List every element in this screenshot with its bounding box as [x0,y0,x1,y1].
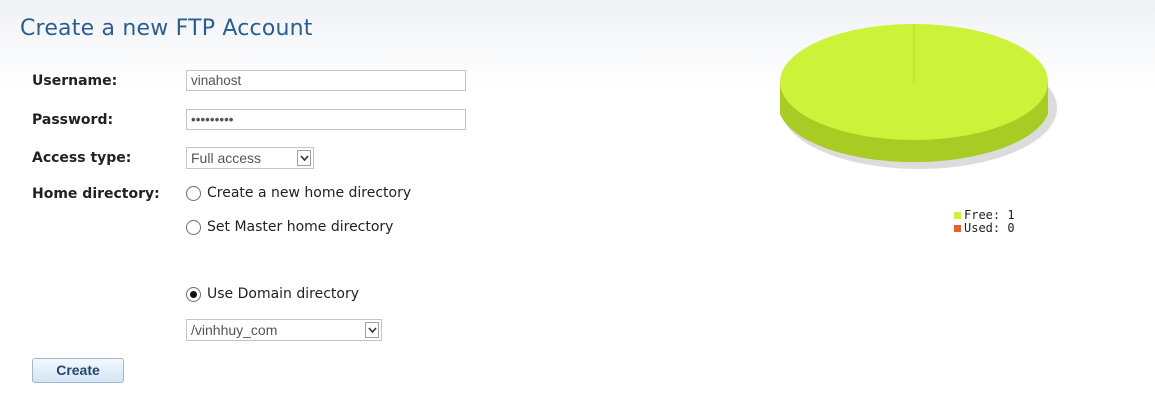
chevron-down-icon [365,322,379,338]
legend-label-used: Used: 0 [964,221,1015,235]
legend-item-used: Used: 0 [954,222,1015,234]
option-domain-directory-label: Use Domain directory [207,286,360,302]
username-label: Username: [32,73,118,89]
access-type-label: Access type: [32,150,132,166]
option-master-home-directory[interactable]: Set Master home directory [186,219,393,235]
option-create-home-label: Create a new home directory [207,185,412,201]
home-directory-label: Home directory: [32,186,160,202]
legend-swatch-used [954,224,961,232]
access-type-select[interactable]: Full access [186,147,314,169]
legend-item-free: Free: 1 [954,209,1015,221]
create-button[interactable]: Create [32,358,124,383]
password-input[interactable] [186,109,466,130]
option-create-home-directory[interactable]: Create a new home directory [186,185,411,201]
usage-pie-chart [780,24,1057,169]
radio-create-home[interactable] [186,185,201,201]
username-input[interactable] [186,70,466,91]
option-master-home-label: Set Master home directory [207,219,394,235]
access-type-value: Full access [191,150,262,166]
option-domain-directory[interactable]: Use Domain directory [186,286,359,302]
domain-directory-select[interactable]: /vinhhuy_com [186,319,382,341]
radio-master-home[interactable] [186,219,201,235]
radio-domain-directory[interactable] [186,286,201,302]
legend-swatch-free [954,211,961,219]
chevron-down-icon [297,150,311,166]
domain-directory-value: /vinhhuy_com [191,322,278,338]
password-label: Password: [32,112,114,128]
legend-label-free: Free: 1 [964,208,1015,222]
page-title: Create a new FTP Account [20,16,313,41]
